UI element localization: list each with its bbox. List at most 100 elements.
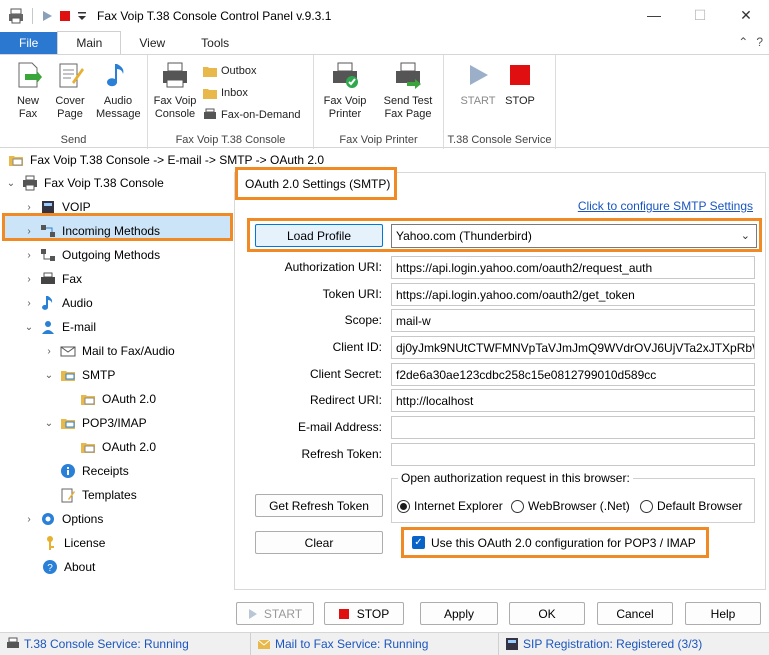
status-bar: T.38 Console Service: Running Mail to Fa… <box>0 632 769 655</box>
quick-access-toolbar <box>0 8 87 24</box>
footer-stop-button[interactable]: STOP <box>324 602 404 625</box>
expanded-arrow-icon[interactable]: ⌄ <box>6 178 16 189</box>
client-secret-field[interactable]: f2de6a30ae123cdbc258c15e0812799010d589cc <box>391 363 755 386</box>
maximize-button[interactable]: ☐ <box>677 0 723 30</box>
redirect-uri-field[interactable]: http://localhost <box>391 389 755 412</box>
tree-item-fax[interactable]: › Fax <box>24 268 82 290</box>
scope-field[interactable]: mail-w <box>391 309 755 332</box>
email-address-field[interactable] <box>391 416 755 439</box>
tree-item-audio[interactable]: › Audio <box>24 292 93 314</box>
tab-main[interactable]: Main <box>57 31 122 54</box>
customize-dropdown-icon[interactable] <box>77 10 87 22</box>
radio-checked-icon[interactable] <box>397 499 410 513</box>
tree-item-receipts[interactable]: Receipts <box>60 460 129 482</box>
tree-item-smtp-oauth[interactable]: OAuth 2.0 <box>80 388 156 410</box>
tree-item-mail-to-fax[interactable]: › Mail to Fax/Audio <box>44 340 174 362</box>
fax-voip-console-button[interactable]: Fax Voip Console <box>152 59 198 121</box>
tab-tools[interactable]: Tools <box>183 32 247 54</box>
tree-item-about[interactable]: ? About <box>42 556 95 578</box>
status-sip-text: SIP Registration: Registered (3/3) <box>523 637 703 651</box>
play-icon[interactable] <box>41 10 53 22</box>
apply-button[interactable]: Apply <box>420 602 498 625</box>
expanded-arrow-icon[interactable]: ⌄ <box>44 370 54 381</box>
title-bar: Fax Voip T.38 Console Control Panel v.9.… <box>0 0 769 32</box>
ok-button[interactable]: OK <box>509 602 585 625</box>
fax-on-demand-button[interactable]: Fax-on-Demand <box>202 107 300 123</box>
audio-message-button[interactable]: Audio Message <box>96 59 141 121</box>
service-start-label: START <box>460 95 496 107</box>
service-start-button[interactable]: START <box>458 59 498 108</box>
radio-unchecked-icon[interactable] <box>511 499 524 513</box>
collapsed-arrow-icon[interactable]: › <box>24 514 34 525</box>
tree-item-smtp[interactable]: ⌄ SMTP <box>44 364 116 386</box>
collapsed-arrow-icon[interactable]: › <box>24 226 34 237</box>
collapsed-arrow-icon[interactable]: › <box>24 274 34 285</box>
outbox-button[interactable]: Outbox <box>202 63 256 79</box>
auth-uri-field[interactable]: https://api.login.yahoo.com/oauth2/reque… <box>391 256 755 279</box>
tree-label: OAuth 2.0 <box>102 440 157 454</box>
chevron-down-icon[interactable]: ⌄ <box>741 229 750 242</box>
tree-item-options[interactable]: › Options <box>24 508 103 530</box>
tree-item-voip[interactable]: › VOIP <box>24 196 90 218</box>
cover-page-icon <box>59 63 84 88</box>
send-test-fax-button[interactable]: Send Test Fax Page <box>378 59 438 121</box>
collapsed-arrow-icon[interactable]: › <box>24 202 34 213</box>
collapsed-arrow-icon[interactable]: › <box>24 298 34 309</box>
oauth-folder-icon <box>81 443 95 453</box>
status-t38[interactable]: T.38 Console Service: Running <box>0 632 251 655</box>
expanded-arrow-icon[interactable]: ⌄ <box>24 322 34 333</box>
use-for-pop3-checkbox[interactable]: ✓ Use this OAuth 2.0 configuration for P… <box>401 527 709 558</box>
help-button[interactable]: Help <box>685 602 761 625</box>
service-stop-label: STOP <box>505 95 535 107</box>
collapsed-arrow-icon[interactable]: › <box>44 346 54 357</box>
help-circle-icon: ? <box>43 560 57 574</box>
tab-view[interactable]: View <box>121 32 183 54</box>
radio-webbrowser-net[interactable]: WebBrowser (.Net) <box>511 499 630 513</box>
expanded-arrow-icon[interactable]: ⌄ <box>44 418 54 429</box>
configure-smtp-link[interactable]: Click to configure SMTP Settings <box>578 199 753 213</box>
tree-item-root[interactable]: ⌄ Fax Voip T.38 Console <box>6 172 164 194</box>
tree-item-outgoing[interactable]: › Outgoing Methods <box>24 244 160 266</box>
group-label-console: Fax Voip T.38 Console <box>175 134 286 146</box>
inbox-folder-icon <box>203 89 217 99</box>
printer-app-icon <box>9 8 23 24</box>
tree-item-pop3[interactable]: ⌄ POP3/IMAP <box>44 412 147 434</box>
radio-internet-explorer[interactable]: Internet Explorer <box>397 499 503 513</box>
cover-page-button[interactable]: Cover Page <box>52 59 88 121</box>
section-title: OAuth 2.0 Settings (SMTP) <box>235 167 397 200</box>
refresh-token-field[interactable] <box>391 443 755 466</box>
fax-voip-printer-button[interactable]: Fax Voip Printer <box>320 59 370 121</box>
help-icon[interactable]: ? <box>756 35 763 49</box>
new-fax-button[interactable]: New Fax <box>10 59 46 121</box>
tree-item-license[interactable]: License <box>42 532 105 554</box>
radio-default-browser[interactable]: Default Browser <box>640 499 742 513</box>
load-profile-button[interactable]: Load Profile <box>255 224 383 247</box>
tree-item-pop3-oauth[interactable]: OAuth 2.0 <box>80 436 156 458</box>
status-sip[interactable]: SIP Registration: Registered (3/3) <box>499 633 702 655</box>
client-id-field[interactable]: dj0yJmk9NUtCTWFMNVpTaVJmJmQ9WVdrOVJ6UjVT… <box>391 336 755 359</box>
profile-select-value: Yahoo.com (Thunderbird) <box>396 229 532 243</box>
outgoing-network-icon <box>41 249 55 261</box>
tree-item-email[interactable]: ⌄ E-mail <box>24 316 96 338</box>
footer-start-button[interactable]: START <box>236 602 314 625</box>
collapsed-arrow-icon[interactable]: › <box>24 250 34 261</box>
stop-icon[interactable] <box>59 10 71 22</box>
status-mail2fax[interactable]: Mail to Fax Service: Running <box>251 632 499 655</box>
cancel-button[interactable]: Cancel <box>597 602 673 625</box>
tab-file[interactable]: File <box>0 32 58 54</box>
checkbox-checked-icon[interactable]: ✓ <box>412 536 425 549</box>
token-uri-field[interactable]: https://api.login.yahoo.com/oauth2/get_t… <box>391 283 755 306</box>
collapse-ribbon-icon[interactable]: ⌃ <box>738 35 748 49</box>
scope-label: Scope: <box>344 313 382 327</box>
clear-button[interactable]: Clear <box>255 531 383 554</box>
tree-label: Incoming Methods <box>62 224 161 238</box>
minimize-button[interactable]: — <box>631 0 677 30</box>
inbox-button[interactable]: Inbox <box>202 85 248 101</box>
radio-unchecked-icon[interactable] <box>640 499 653 513</box>
get-refresh-token-button[interactable]: Get Refresh Token <box>255 494 383 517</box>
tree-item-templates[interactable]: Templates <box>60 484 137 506</box>
close-button[interactable]: ✕ <box>723 0 769 30</box>
service-stop-button[interactable]: STOP <box>502 59 538 108</box>
profile-select[interactable]: Yahoo.com (Thunderbird) ⌄ <box>391 224 757 248</box>
tree-item-incoming[interactable]: › Incoming Methods <box>24 220 160 242</box>
